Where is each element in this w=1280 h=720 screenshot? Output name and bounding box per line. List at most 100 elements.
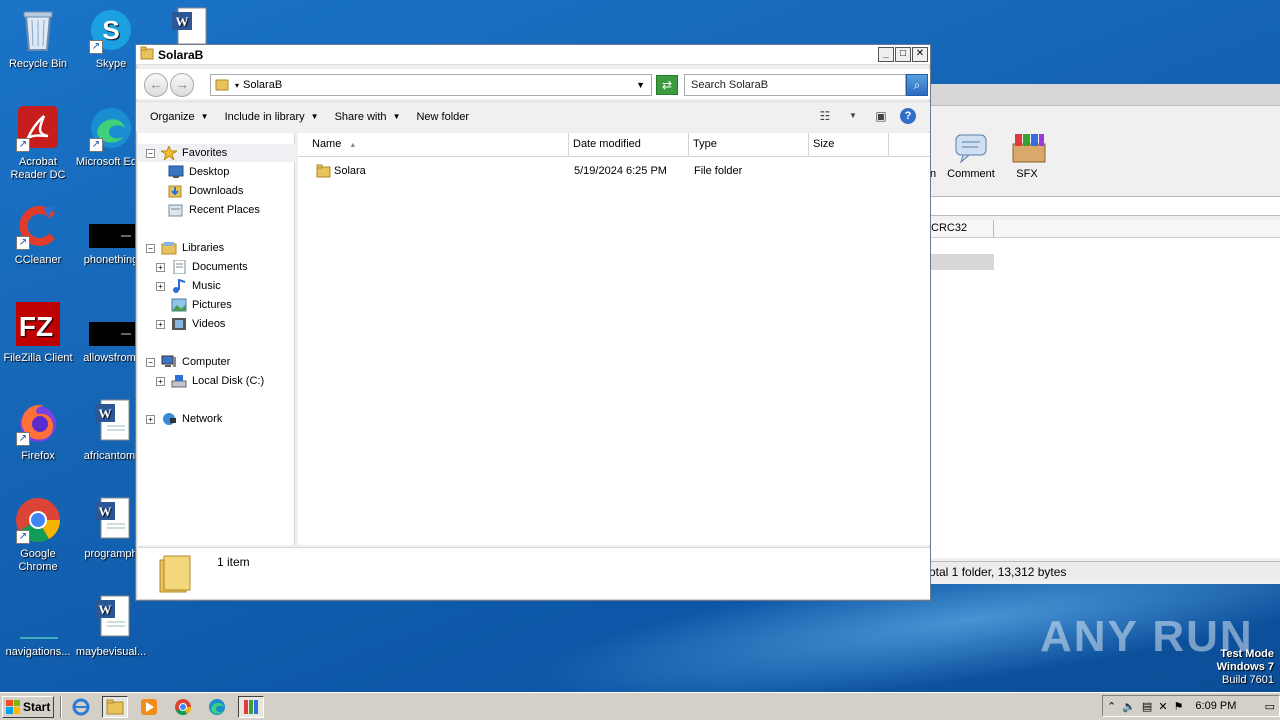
chevron-down-icon: ▼ [200,112,209,121]
command-bar: Organize ▼ Include in library ▼ Share with… [136,101,930,131]
window-title: SolaraB [158,47,204,62]
nav-favorites[interactable]: − Favorites [146,144,227,162]
winrar-window[interactable]: n Comment SFX CRC32 otal 1 folder, 13,31… [925,84,1280,584]
winrar-taskbar-icon[interactable] [238,695,264,718]
minimize-button[interactable]: _ [878,47,894,62]
organize-menu[interactable]: Organize ▼ [142,107,217,127]
expand-icon[interactable]: + [146,414,155,424]
desktop-icon-ccleaner[interactable]: ↗ CCleaner [0,202,76,267]
svg-text:S: S [102,15,119,45]
collapse-icon[interactable]: − [146,148,155,158]
search-icon[interactable]: ⌕ [906,74,928,96]
help-icon[interactable]: ? [900,108,916,124]
winrar-sfx-button[interactable]: SFX [997,132,1057,180]
column-name[interactable]: Name ▲ [298,133,569,156]
ie-taskbar-icon[interactable] [68,696,94,718]
nav-label: Videos [192,318,226,330]
search-input[interactable]: Search SolaraB [684,74,906,96]
word-doc-icon: W [87,594,135,642]
file-row[interactable]: Solara 5/19/2024 6:25 PM File folder [298,161,930,181]
column-size[interactable]: Size [809,133,889,156]
address-bar[interactable]: ▾ SolaraB ▼ [210,74,652,96]
refresh-button[interactable]: ⇄ [656,75,678,95]
desktop-icon-filezilla[interactable]: FZ FileZilla Client [0,300,76,365]
start-button[interactable]: Start [2,695,54,718]
show-desktop-icon[interactable]: ▭ [1265,700,1275,713]
expand-icon[interactable]: + [156,376,165,386]
shortcut-arrow-icon: ↗ [16,530,30,544]
show-hidden-icons-icon[interactable]: ⌃ [1107,700,1116,713]
chrome-taskbar-icon[interactable] [170,696,196,718]
view-options-icon[interactable]: ☷ [816,108,834,124]
desktop-icon-label: navigations... [5,646,71,658]
nav-network[interactable]: + Network [146,410,222,428]
share-with-menu[interactable]: Share with ▼ [327,107,409,127]
winrar-path-bar[interactable] [925,196,1280,216]
comment-icon [953,132,989,164]
explorer-window[interactable]: SolaraB _ □ ✕ ← → ▾ SolaraB ▼ ⇄ Search S… [135,44,931,601]
security-icon[interactable]: ✕ [1158,700,1167,713]
desktop-icon-acrobat[interactable]: ↗ Acrobat Reader DC [0,104,76,182]
nav-videos[interactable]: + Videos [156,315,225,333]
title-bar[interactable]: SolaraB _ □ ✕ [136,45,930,65]
share-label: Share with [334,110,387,123]
crc32-column[interactable]: CRC32 [931,222,967,234]
desktop-icon-maybevisual[interactable]: W maybevisual... [73,594,149,659]
clock[interactable]: 6:09 PM [1195,700,1236,712]
volume-icon[interactable]: 🔈 [1122,700,1136,713]
nav-recent-places[interactable]: Recent Places [168,201,260,219]
address-row: ← → ▾ SolaraB ▼ ⇄ Search SolaraB ⌕ [136,69,930,99]
nav-documents[interactable]: + Documents [156,258,248,276]
shortcut-arrow-icon: ↗ [16,236,30,250]
breadcrumb-arrow-icon[interactable]: ▾ [235,81,239,90]
collapse-icon[interactable]: − [146,243,155,253]
maximize-button[interactable]: □ [895,47,911,62]
collapse-icon[interactable]: − [146,357,155,367]
address-dropdown-icon[interactable]: ▼ [636,80,645,90]
close-button[interactable]: ✕ [912,47,928,62]
desktop-icon-chrome[interactable]: ↗ Google Chrome [0,496,76,574]
address-path[interactable]: SolaraB [243,79,282,91]
column-date-modified[interactable]: Date modified [569,133,689,156]
action-center-flag-icon[interactable]: ⚑ [1174,700,1184,713]
winrar-menubar [925,84,1280,106]
winrar-file-list[interactable] [925,238,1280,558]
edge-icon: ↗ [87,104,135,152]
include-in-library-menu[interactable]: Include in library ▼ [217,107,327,127]
new-folder-button[interactable]: New folder [408,107,477,127]
edge-taskbar-icon[interactable] [204,696,230,718]
network-tray-icon[interactable]: ▤ [1142,700,1152,713]
folder-icon [316,163,332,186]
file-icon [14,594,62,642]
nav-libraries[interactable]: − Libraries [146,239,224,257]
winrar-column-header[interactable]: CRC32 [925,220,1280,238]
nav-downloads[interactable]: Downloads [168,182,243,200]
desktop-icon-label: Google Chrome [18,548,58,573]
svg-text:W: W [99,504,112,519]
file-list[interactable]: Name ▲ Date modified Type Size Solara 5/1… [298,133,930,545]
desktop-icon-navigations[interactable]: navigations... [0,594,76,659]
forward-button[interactable]: → [170,73,194,97]
back-button[interactable]: ← [144,73,168,97]
expand-icon[interactable]: + [156,262,165,272]
column-type[interactable]: Type [689,133,809,156]
nav-label: Pictures [192,299,232,311]
winrar-comment-button[interactable]: Comment [941,132,1001,180]
nav-music[interactable]: + Music [156,277,221,295]
nav-desktop[interactable]: Desktop [168,163,229,181]
file-name[interactable]: Solara [334,161,366,181]
folder-large-icon [158,554,192,594]
media-player-taskbar-icon[interactable] [136,696,162,718]
winrar-selected-row[interactable] [931,254,994,270]
nav-computer[interactable]: − Computer [146,353,230,371]
navigation-pane[interactable]: − Favorites Desktop Downloads Recent Pla… [138,133,295,545]
expand-icon[interactable]: + [156,281,165,291]
expand-icon[interactable]: + [156,319,165,329]
nav-pictures[interactable]: Pictures [156,296,232,314]
explorer-taskbar-icon[interactable] [102,695,128,718]
preview-pane-icon[interactable]: ▣ [872,108,890,124]
nav-local-disk[interactable]: + Local Disk (C:) [156,372,264,390]
view-dropdown-icon[interactable]: ▼ [844,108,862,124]
desktop-icon-firefox[interactable]: ↗ Firefox [0,398,76,463]
desktop-icon-recycle-bin[interactable]: Recycle Bin [0,6,76,71]
